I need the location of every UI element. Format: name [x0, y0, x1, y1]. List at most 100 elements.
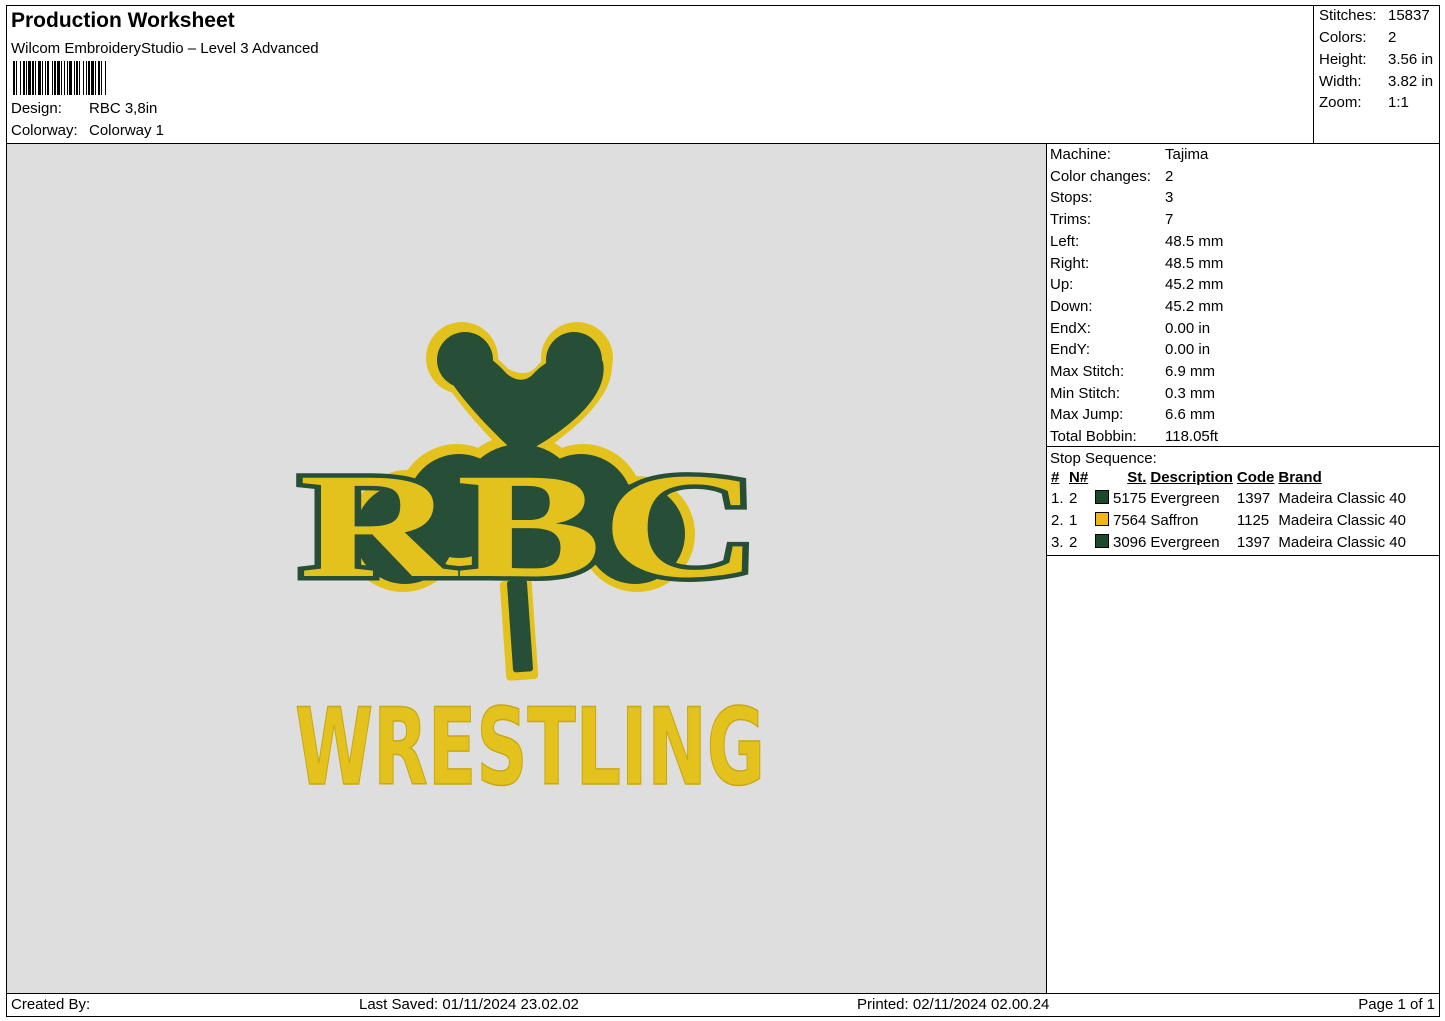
col-swatch: [1093, 468, 1111, 487]
stats-panel: Stitches: 15837 Colors: 2 Height: 3.56 in W…: [1313, 5, 1441, 144]
col-brand: Brand: [1278, 469, 1322, 486]
colors-value: 2: [1388, 29, 1397, 46]
embroidery-design: RBC WRESTLING: [294, 322, 766, 810]
row-description: Evergreen: [1150, 533, 1220, 551]
barcode-bar: [95, 61, 96, 95]
lettering-text: WRESTLING: [295, 686, 765, 809]
info-label: Stops:: [1050, 189, 1093, 207]
zoom-label: Zoom:: [1319, 94, 1362, 111]
stitches-label: Stitches:: [1319, 7, 1377, 24]
info-value: 0.3 mm: [1165, 384, 1216, 402]
info-label: Right:: [1050, 254, 1090, 272]
width-value: 3.82 in: [1388, 73, 1434, 90]
row-num: 1.: [1051, 489, 1064, 507]
info-label: Machine:: [1050, 146, 1111, 163]
barcode-bar: [16, 61, 17, 95]
height-row: Height: 3.56 in: [1319, 51, 1433, 68]
machine-info-row: Right: 48.5 mm: [1050, 255, 1223, 272]
info-label: Down:: [1050, 297, 1093, 315]
divider: [1047, 555, 1439, 556]
color-swatch: [1093, 509, 1111, 531]
info-label: Trims:: [1050, 211, 1092, 229]
col-description: Description: [1150, 469, 1233, 486]
barcode-bar: [76, 61, 78, 95]
barcode-bar: [83, 61, 84, 95]
machine-info-row: EndY: 0.00 in: [1050, 341, 1210, 358]
row-stitches: 3096: [1113, 533, 1147, 551]
info-label: Max Jump:: [1050, 406, 1124, 424]
printed-date: Printed: 02/11/2024 02.00.24: [857, 996, 1050, 1013]
barcode-bar: [105, 61, 106, 95]
barcode-bar: [23, 61, 25, 95]
barcode-bar: [28, 61, 31, 95]
info-value: 45.2 mm: [1165, 297, 1224, 315]
barcode-bar: [35, 61, 36, 95]
row-brand: Madeira Classic 40: [1278, 533, 1406, 551]
info-label: Min Stitch:: [1050, 384, 1121, 402]
col-st: St.: [1127, 469, 1147, 486]
col-code: Code: [1236, 469, 1275, 486]
barcode-bar: [67, 61, 68, 95]
row-num: 3.: [1051, 533, 1064, 551]
row-stitches: 5175: [1113, 489, 1147, 507]
info-label: Total Bobbin:: [1050, 428, 1137, 446]
machine-info-row: Total Bobbin: 118.05ft: [1050, 428, 1218, 445]
col-num: #: [1051, 469, 1060, 486]
last-saved: Last Saved: 01/11/2024 23.02.02: [359, 996, 579, 1013]
height-label: Height:: [1319, 51, 1367, 68]
barcode-bar: [64, 61, 65, 95]
info-value: 48.5 mm: [1165, 254, 1224, 272]
info-label: Up:: [1050, 276, 1074, 294]
info-value: 45.2 mm: [1165, 276, 1224, 294]
info-value: 6.9 mm: [1165, 363, 1216, 380]
info-label: EndX:: [1050, 319, 1091, 337]
created-by: Created By:: [11, 996, 91, 1013]
color-swatch: [1093, 487, 1111, 509]
barcode-bar: [79, 61, 80, 95]
barcode-bar: [13, 61, 15, 95]
row-n: 1: [1069, 511, 1078, 529]
row-description: Saffron: [1150, 511, 1199, 529]
info-value: 118.05ft: [1165, 428, 1219, 446]
machine-info-row: EndX: 0.00 in: [1050, 320, 1210, 337]
machine-info-row: Max Jump: 6.6 mm: [1050, 406, 1215, 423]
stitches-value: 15837: [1388, 7, 1430, 24]
colorway-label: Colorway:: [11, 122, 78, 139]
info-value: 0.00 in: [1165, 319, 1211, 337]
row-n: 2: [1069, 533, 1078, 551]
info-value: 0.00 in: [1165, 341, 1211, 359]
barcode-bar: [61, 61, 62, 95]
barcode-bar: [57, 61, 60, 95]
row-description: Evergreen: [1150, 489, 1220, 507]
zoom-value: 1:1: [1388, 94, 1409, 111]
row-code: 1125: [1236, 511, 1270, 529]
machine-info-row: Stops: 3: [1050, 189, 1173, 206]
machine-info-panel: Machine: Tajima Color changes: 2 Stops: 3 Trim…: [1046, 143, 1440, 994]
machine-info-row: Up: 45.2 mm: [1050, 276, 1223, 293]
barcode-bar: [45, 61, 46, 95]
design-value: RBC 3,8in: [89, 100, 158, 117]
colorway-row: Colorway: Colorway 1: [11, 122, 164, 139]
machine-info-row: Max Stitch: 6.9 mm: [1050, 363, 1215, 380]
info-value: 2: [1165, 167, 1174, 185]
page-number: Page 1 of 1: [1358, 996, 1435, 1013]
barcode-bar: [88, 61, 90, 95]
barcode: [13, 61, 106, 95]
row-brand: Madeira Classic 40: [1278, 489, 1406, 507]
design-label: Design:: [11, 100, 62, 117]
barcode-bar: [52, 61, 53, 95]
divider: [1047, 446, 1439, 447]
row-stitches: 7564: [1113, 511, 1147, 529]
machine-info-row: Trims: 7: [1050, 211, 1173, 228]
info-label: Max Stitch:: [1050, 363, 1125, 380]
info-value: Tajima: [1165, 146, 1209, 163]
barcode-bar: [74, 61, 75, 95]
software-name: Wilcom EmbroideryStudio – Level 3 Advanc…: [11, 40, 319, 57]
machine-info-row: Down: 45.2 mm: [1050, 298, 1223, 315]
monogram-text: RBC: [299, 443, 759, 609]
stop-sequence-header-row: # N# St. Description Code Brand: [1049, 468, 1408, 487]
barcode-bar: [47, 61, 49, 95]
design-row: Design: RBC 3,8in: [11, 100, 157, 117]
col-n: N#: [1069, 469, 1089, 486]
width-label: Width:: [1319, 73, 1362, 90]
